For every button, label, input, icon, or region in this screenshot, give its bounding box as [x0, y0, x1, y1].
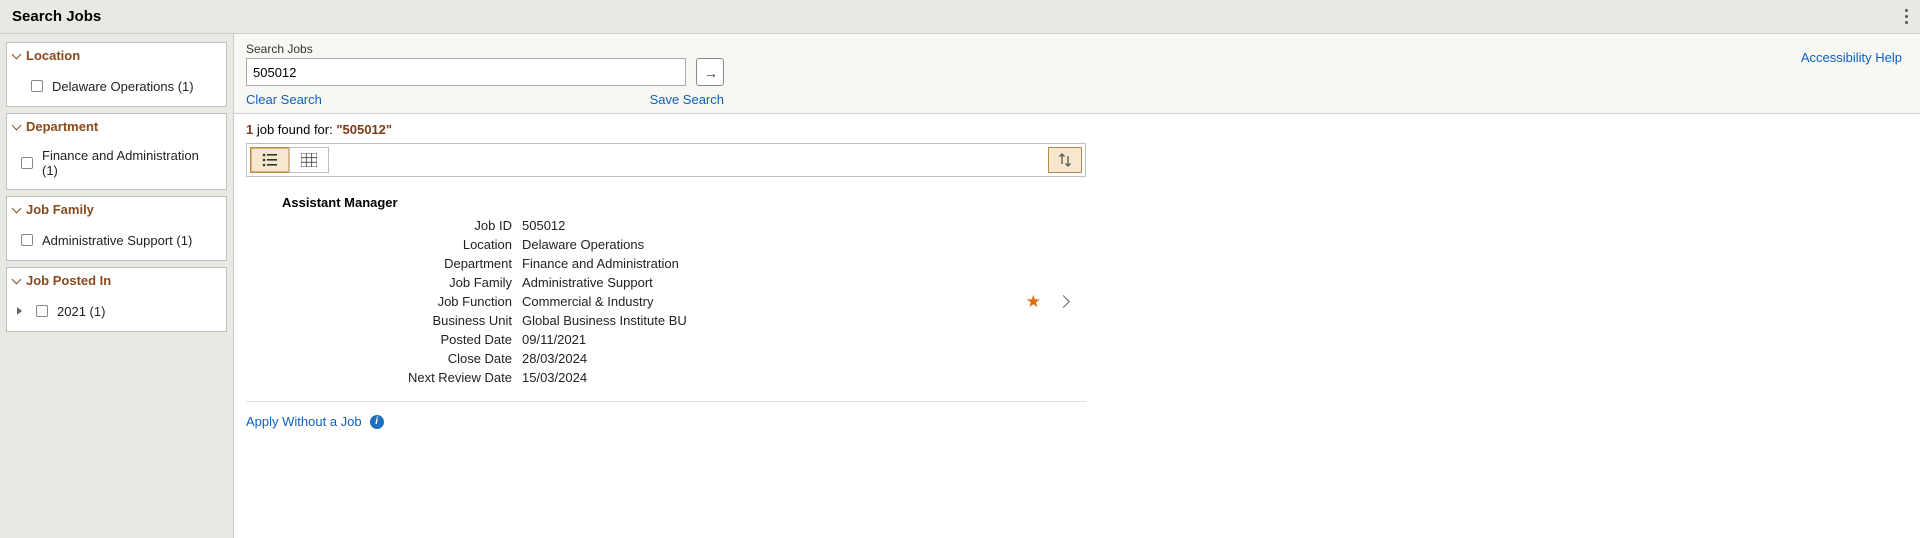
chevron-down-icon — [12, 121, 22, 131]
facet-label: Delaware Operations (1) — [52, 79, 194, 94]
facet-option[interactable]: Administrative Support (1) — [17, 228, 218, 252]
facet-option[interactable]: Finance and Administration (1) — [17, 145, 218, 181]
chevron-down-icon — [12, 275, 22, 285]
page-header: Search Jobs — [0, 0, 1920, 34]
facet-label: Finance and Administration (1) — [42, 148, 218, 178]
actions-menu-icon[interactable] — [1905, 9, 1908, 24]
result-count: 1 job found for: "505012" — [246, 122, 1908, 137]
apply-without-job-link[interactable]: Apply Without a Job — [246, 414, 362, 429]
field-label: Department — [282, 256, 522, 271]
field-value: 505012 — [522, 218, 565, 233]
field-value: 15/03/2024 — [522, 370, 587, 385]
facet-checkbox[interactable] — [21, 234, 33, 246]
search-label: Search Jobs — [246, 42, 1908, 56]
expand-icon[interactable] — [17, 307, 22, 315]
facet-checkbox[interactable] — [36, 305, 48, 317]
facet-option[interactable]: 2021 (1) — [17, 299, 218, 323]
facet-posted-header[interactable]: Job Posted In — [7, 268, 226, 293]
field-value: Global Business Institute BU — [522, 313, 687, 328]
facet-sidebar: Location Delaware Operations (1) Departm… — [0, 34, 233, 538]
facet-title: Location — [26, 48, 80, 63]
results-toolbar — [246, 143, 1086, 177]
facet-location: Location Delaware Operations (1) — [6, 42, 227, 107]
accessibility-help-link[interactable]: Accessibility Help — [1801, 50, 1902, 65]
facet-checkbox[interactable] — [31, 80, 43, 92]
field-label: Location — [282, 237, 522, 252]
view-grid-button[interactable] — [289, 147, 329, 173]
facet-checkbox[interactable] — [21, 157, 33, 169]
facet-title: Job Family — [26, 202, 94, 217]
facet-location-header[interactable]: Location — [7, 43, 226, 68]
field-value: Delaware Operations — [522, 237, 644, 252]
arrow-right-icon — [704, 66, 716, 78]
facet-department: Department Finance and Administration (1… — [6, 113, 227, 190]
field-value: Finance and Administration — [522, 256, 679, 271]
chevron-right-icon[interactable] — [1057, 295, 1070, 308]
field-label: Job Function — [282, 294, 522, 309]
page-body: Location Delaware Operations (1) Departm… — [0, 34, 1920, 538]
search-input[interactable] — [246, 58, 686, 86]
list-icon — [262, 153, 278, 167]
job-title[interactable]: Assistant Manager — [282, 195, 1086, 210]
facet-department-header[interactable]: Department — [7, 114, 226, 139]
field-value: 09/11/2021 — [522, 332, 586, 347]
page-title: Search Jobs — [12, 8, 101, 25]
search-area: Search Jobs Clear Search Save Search — [234, 34, 1920, 114]
field-label: Job Family — [282, 275, 522, 290]
facet-job-family-header[interactable]: Job Family — [7, 197, 226, 222]
facet-title: Department — [26, 119, 98, 134]
result-count-suffix: job found for: — [253, 122, 336, 137]
view-list-button[interactable] — [250, 147, 290, 173]
results-area: 1 job found for: "505012" — [234, 114, 1920, 437]
grid-icon — [301, 153, 317, 167]
result-term: "505012" — [336, 122, 392, 137]
facet-option[interactable]: Delaware Operations (1) — [27, 74, 218, 98]
field-value: Administrative Support — [522, 275, 653, 290]
field-label: Job ID — [282, 218, 522, 233]
facet-label: 2021 (1) — [57, 304, 105, 319]
chevron-down-icon — [12, 50, 22, 60]
field-label: Business Unit — [282, 313, 522, 328]
job-card: Assistant Manager Job ID505012 LocationD… — [246, 189, 1086, 402]
chevron-down-icon — [12, 204, 22, 214]
favorite-star-icon[interactable]: ★ — [1026, 292, 1041, 312]
info-icon[interactable]: i — [370, 415, 384, 429]
sort-button[interactable] — [1048, 147, 1082, 173]
main-content: Accessibility Help Search Jobs Clear Sea… — [233, 34, 1920, 538]
facet-job-family: Job Family Administrative Support (1) — [6, 196, 227, 261]
facet-label: Administrative Support (1) — [42, 233, 192, 248]
sort-icon — [1058, 152, 1072, 168]
field-value: Commercial & Industry — [522, 294, 653, 309]
save-search-link[interactable]: Save Search — [650, 92, 724, 107]
search-go-button[interactable] — [696, 58, 724, 86]
field-label: Posted Date — [282, 332, 522, 347]
facet-title: Job Posted In — [26, 273, 111, 288]
field-label: Next Review Date — [282, 370, 522, 385]
field-value: 28/03/2024 — [522, 351, 587, 366]
facet-posted-in: Job Posted In 2021 (1) — [6, 267, 227, 332]
job-fields: Job ID505012 LocationDelaware Operations… — [282, 216, 687, 387]
field-label: Close Date — [282, 351, 522, 366]
clear-search-link[interactable]: Clear Search — [246, 92, 322, 107]
